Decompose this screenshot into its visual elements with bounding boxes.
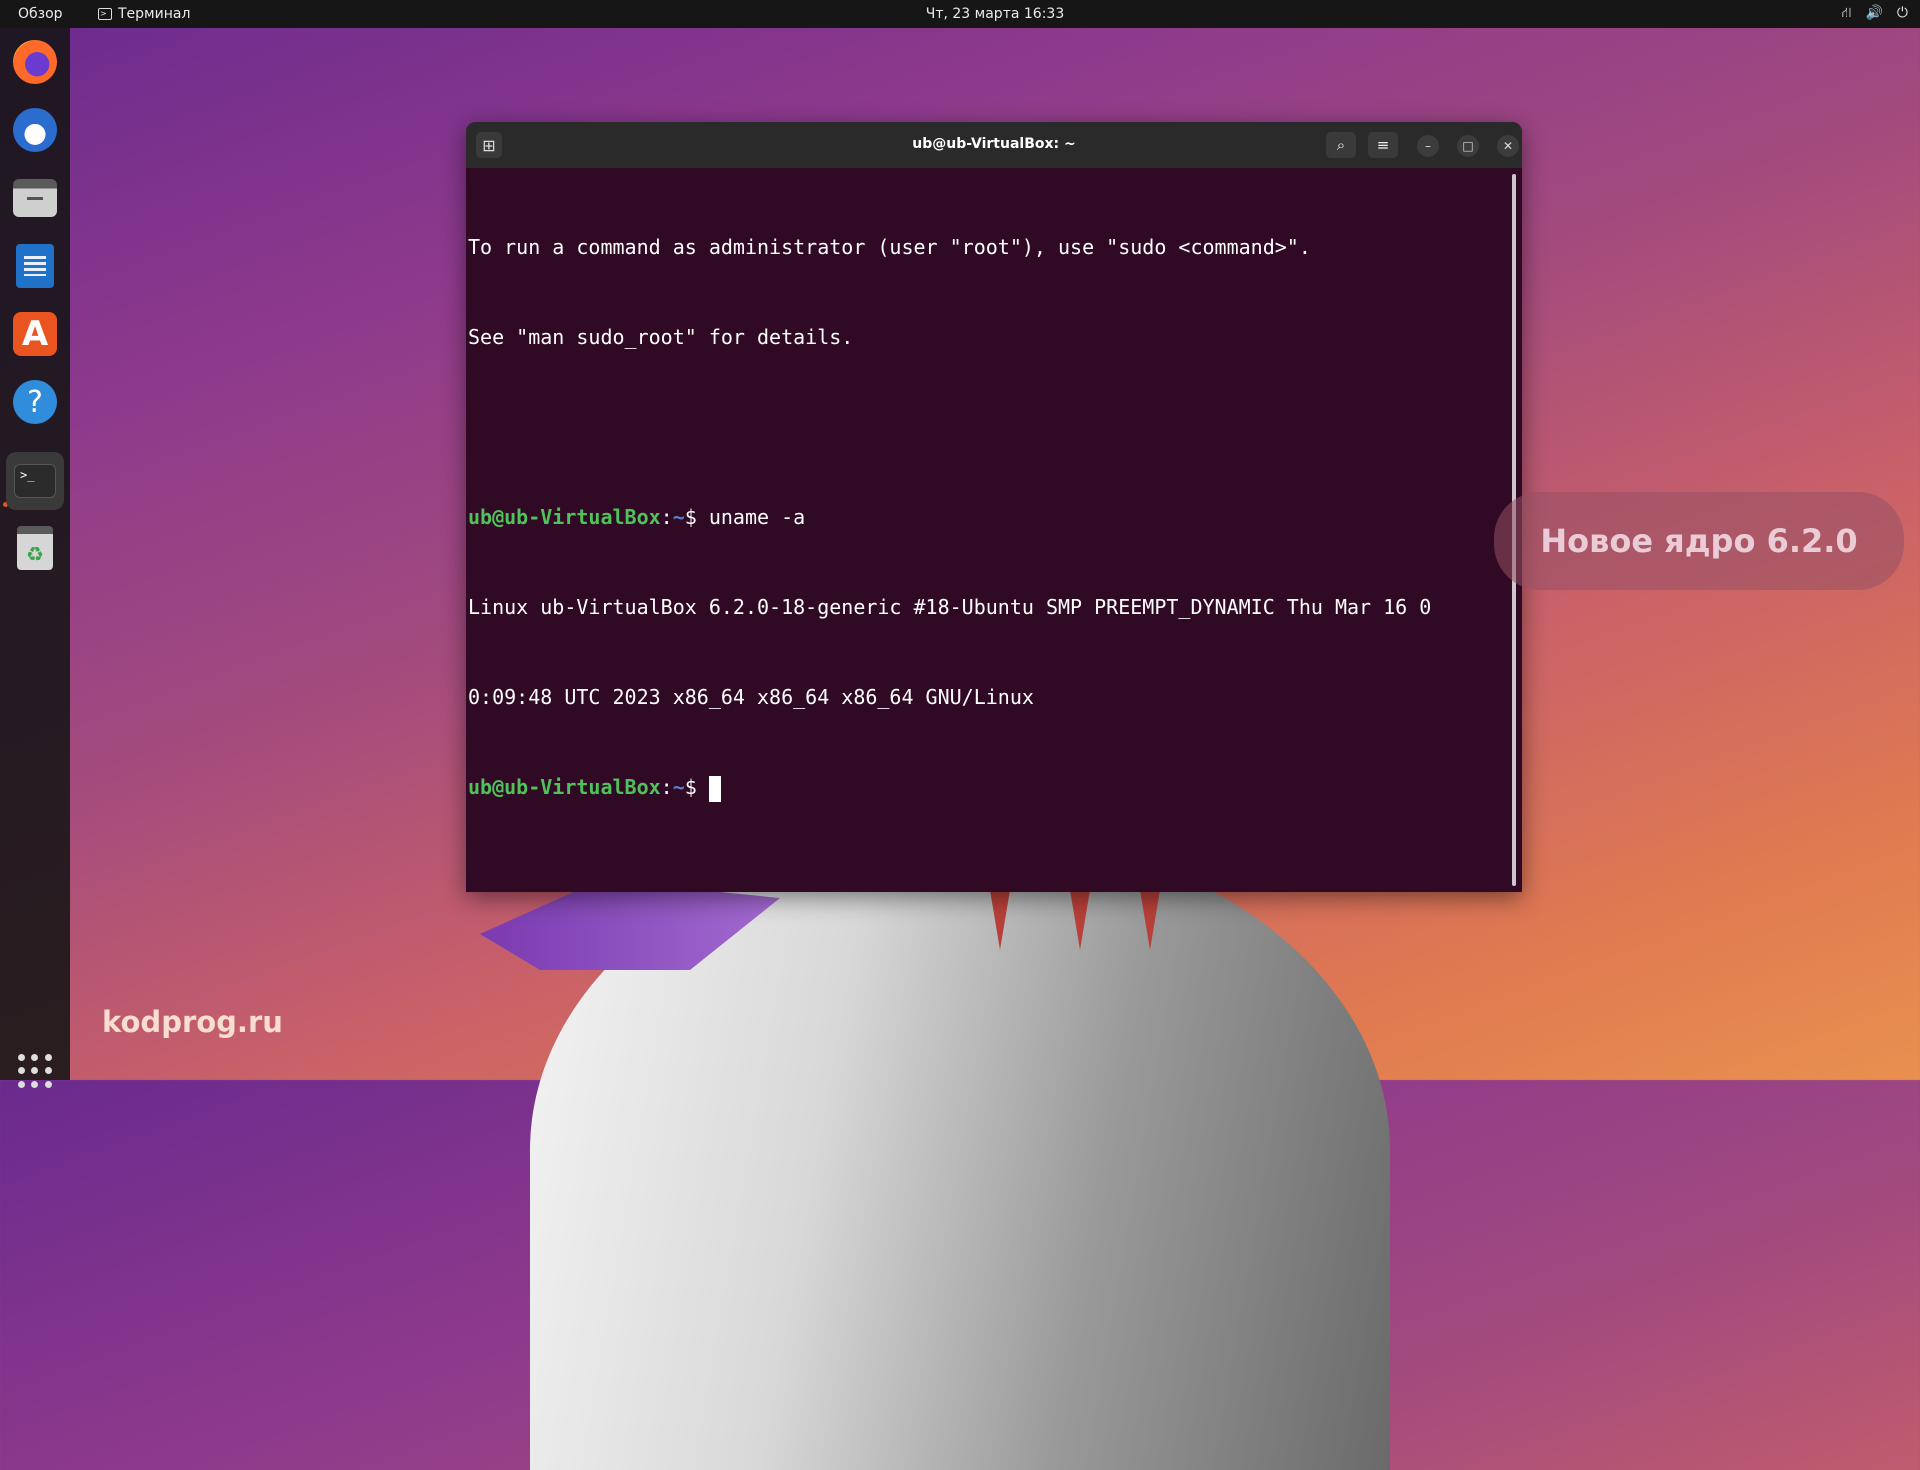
minimize-button[interactable]: – [1417, 135, 1439, 157]
search-icon: ⌕ [1336, 136, 1346, 154]
prompt-path: ~ [672, 505, 685, 529]
prompt-user: ub@ub-VirtualBox [468, 775, 661, 799]
dock-thunderbird[interactable] [11, 106, 59, 154]
network-icon[interactable]: ⛙ [1842, 5, 1852, 23]
dock-trash[interactable]: ♻ [11, 524, 59, 572]
output-line: See "man sudo_root" for details. [468, 325, 854, 349]
help-icon: ? [13, 380, 57, 424]
minimize-icon: – [1425, 139, 1431, 153]
close-icon: ✕ [1502, 139, 1514, 153]
window-title: ub@ub-VirtualBox: ~ [912, 136, 1076, 152]
dock: A ? >_ ♻ [0, 28, 70, 1088]
text-cursor [708, 775, 721, 802]
thunderbird-icon [13, 108, 57, 152]
close-button[interactable]: ✕ [1497, 135, 1519, 157]
volume-icon[interactable]: 🔊 [1865, 5, 1882, 23]
prompt-separator: : [660, 775, 673, 799]
show-apps-button[interactable] [18, 1054, 52, 1088]
prompt-path: ~ [672, 775, 685, 799]
power-icon[interactable]: ⏻ [1897, 5, 1908, 23]
prompt-dollar: $ [684, 775, 709, 799]
prompt-user: ub@ub-VirtualBox [468, 505, 661, 529]
terminal-window[interactable]: ⊞ ub@ub-VirtualBox: ~ ⌕ ≡ – □ ✕ To run a… [466, 122, 1522, 892]
top-bar: Обзор > Терминал Чт, 23 марта 16:33 ⛙ 🔊 … [0, 0, 1920, 28]
firefox-icon [13, 40, 57, 84]
output-line: Linux ub-VirtualBox 6.2.0-18-generic #18… [468, 595, 1432, 619]
terminal-icon: >_ [14, 464, 56, 498]
dock-writer[interactable] [11, 242, 59, 290]
prompt-line: ub@ub-VirtualBox:~$ uname -a [468, 502, 1508, 532]
trash-icon: ♻ [17, 526, 53, 570]
dock-software[interactable]: A [11, 310, 59, 358]
maximize-icon: □ [1462, 139, 1474, 153]
dock-help[interactable]: ? [11, 378, 59, 426]
dock-terminal[interactable]: >_ [6, 452, 64, 510]
menu-button[interactable]: ≡ [1368, 132, 1398, 158]
dock-files[interactable] [11, 174, 59, 222]
prompt-dollar: $ [684, 505, 709, 529]
dock-firefox[interactable] [11, 38, 59, 86]
hamburger-icon: ≡ [1376, 136, 1390, 154]
prompt-separator: : [660, 505, 673, 529]
files-icon [13, 179, 57, 217]
writer-icon [16, 244, 54, 288]
software-icon: A [13, 312, 57, 356]
terminal-output[interactable]: To run a command as administrator (user … [468, 172, 1508, 862]
system-tray[interactable]: ⛙ 🔊 ⏻ [1842, 5, 1908, 23]
terminal-headerbar[interactable]: ⊞ ub@ub-VirtualBox: ~ ⌕ ≡ – □ ✕ [466, 122, 1522, 168]
prompt-line: ub@ub-VirtualBox:~$ [468, 772, 1508, 802]
clock[interactable]: Чт, 23 марта 16:33 [0, 6, 1920, 22]
command-text: uname -a [708, 505, 806, 529]
search-button[interactable]: ⌕ [1326, 132, 1356, 158]
output-line: To run a command as administrator (user … [468, 235, 1311, 259]
maximize-button[interactable]: □ [1457, 135, 1479, 157]
output-line: 0:09:48 UTC 2023 x86_64 x86_64 x86_64 GN… [468, 685, 1034, 709]
watermark: kodprog.ru [102, 1005, 283, 1039]
video-caption: Новое ядро 6.2.0 [1494, 492, 1904, 590]
